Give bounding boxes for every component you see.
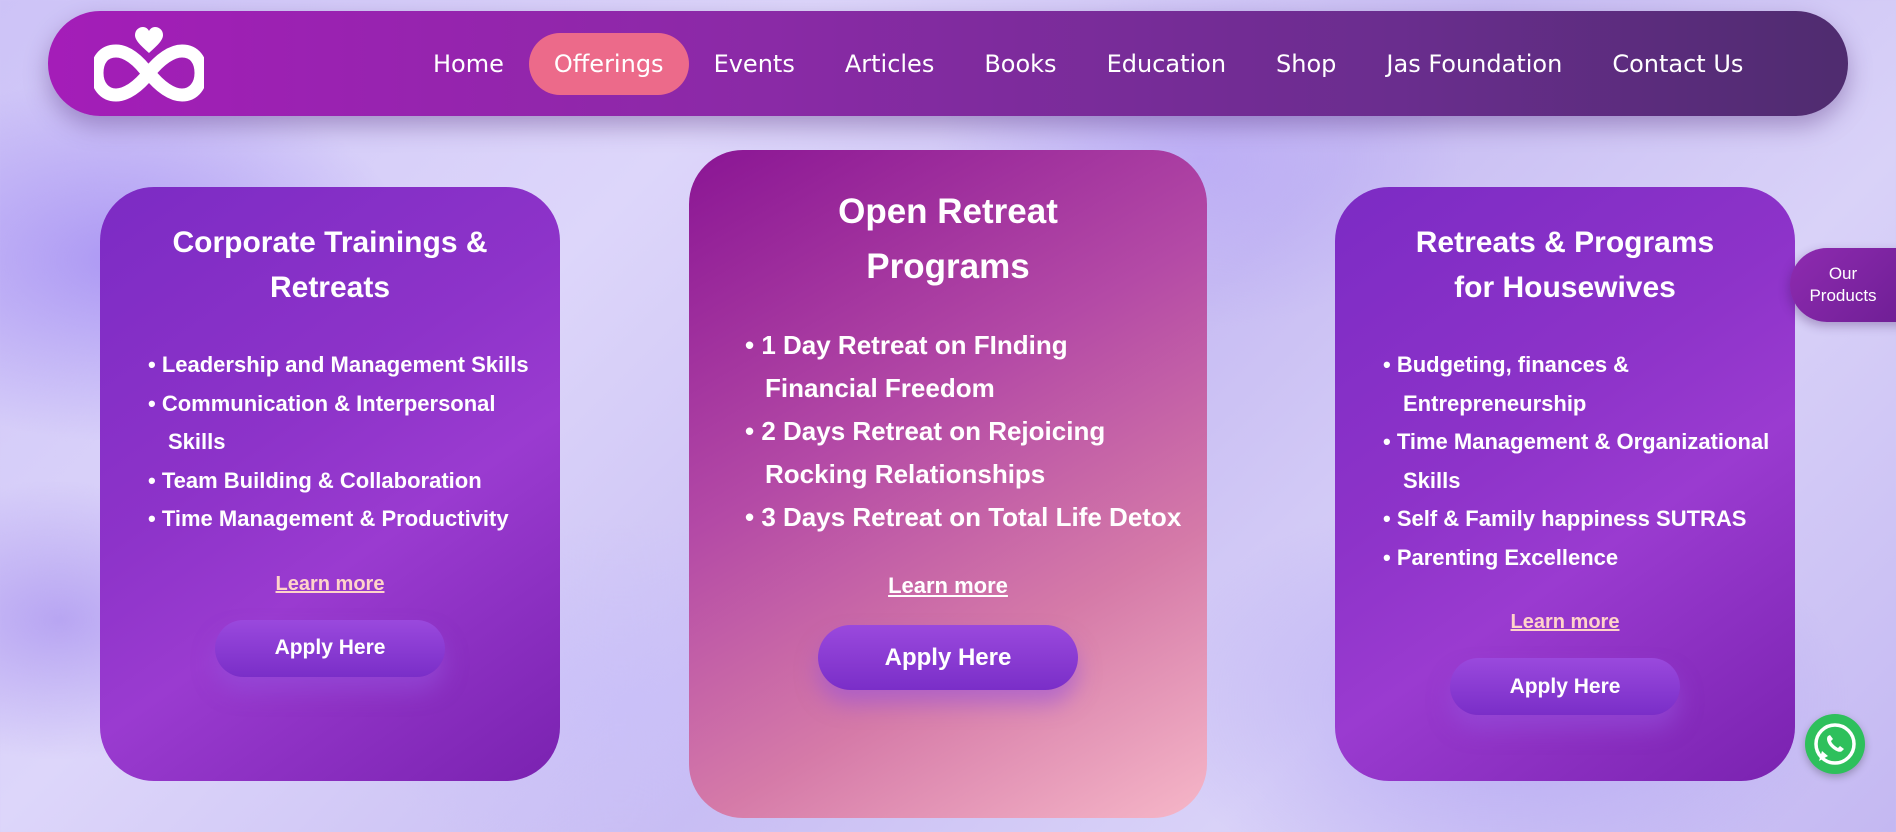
card-title: Retreats & Programs for Housewives — [1415, 226, 1715, 304]
housewives-programs-card: Retreats & Programs for Housewives Budge… — [1335, 187, 1795, 781]
list-item: 1 Day Retreat on FInding Financial Freed… — [745, 324, 1187, 410]
offering-list: Budgeting, finances & Entrepreneurship T… — [1335, 310, 1795, 577]
whatsapp-icon[interactable] — [1805, 714, 1865, 774]
list-item: 2 Days Retreat on Rejoicing Rocking Rela… — [745, 410, 1187, 496]
list-item: Parenting Excellence — [1383, 539, 1775, 578]
list-item: Leadership and Management Skills — [148, 346, 540, 385]
learn-more-link[interactable]: Learn more — [689, 573, 1207, 599]
nav-shop[interactable]: Shop — [1251, 33, 1361, 95]
nav-offerings[interactable]: Offerings — [528, 33, 689, 95]
learn-more-link[interactable]: Learn more — [100, 573, 560, 596]
card-title: Corporate Trainings & Retreats — [172, 226, 488, 304]
nav-education[interactable]: Education — [1082, 33, 1251, 95]
list-item: 3 Days Retreat on Total Life Detox — [745, 496, 1187, 539]
list-item: Time Management & Organizational Skills — [1383, 423, 1775, 500]
open-retreat-card: Open Retreat Programs 1 Day Retreat on F… — [689, 150, 1207, 818]
offering-list: Leadership and Management Skills Communi… — [100, 310, 560, 539]
list-item: Communication & Interpersonal Skills — [148, 385, 540, 462]
apply-here-button[interactable]: Apply Here — [215, 619, 445, 677]
list-item: Time Management & Productivity — [148, 500, 540, 539]
list-item: Budgeting, finances & Entrepreneurship — [1383, 346, 1775, 423]
nav-articles[interactable]: Articles — [820, 33, 960, 95]
offering-list: 1 Day Retreat on FInding Financial Freed… — [689, 294, 1207, 539]
nav-contact-us[interactable]: Contact Us — [1587, 33, 1768, 95]
apply-here-button[interactable]: Apply Here — [1450, 658, 1680, 715]
infinity-heart-logo[interactable] — [90, 25, 208, 103]
nav-home[interactable]: Home — [408, 33, 529, 95]
main-nav: Home Offerings Events Articles Books Edu… — [408, 33, 1768, 95]
nav-jas-foundation[interactable]: Jas Foundation — [1361, 33, 1587, 95]
corporate-trainings-card: Corporate Trainings & Retreats Leadershi… — [100, 187, 560, 781]
list-item: Team Building & Collaboration — [148, 462, 540, 501]
nav-events[interactable]: Events — [689, 33, 820, 95]
our-products-tab[interactable]: Our Products — [1790, 248, 1896, 322]
card-title: Open Retreat Programs — [838, 192, 1058, 286]
apply-here-button[interactable]: Apply Here — [818, 625, 1078, 690]
nav-books[interactable]: Books — [959, 33, 1081, 95]
learn-more-link[interactable]: Learn more — [1335, 611, 1795, 634]
navbar: Home Offerings Events Articles Books Edu… — [48, 11, 1848, 116]
list-item: Self & Family happiness SUTRAS — [1383, 500, 1775, 539]
